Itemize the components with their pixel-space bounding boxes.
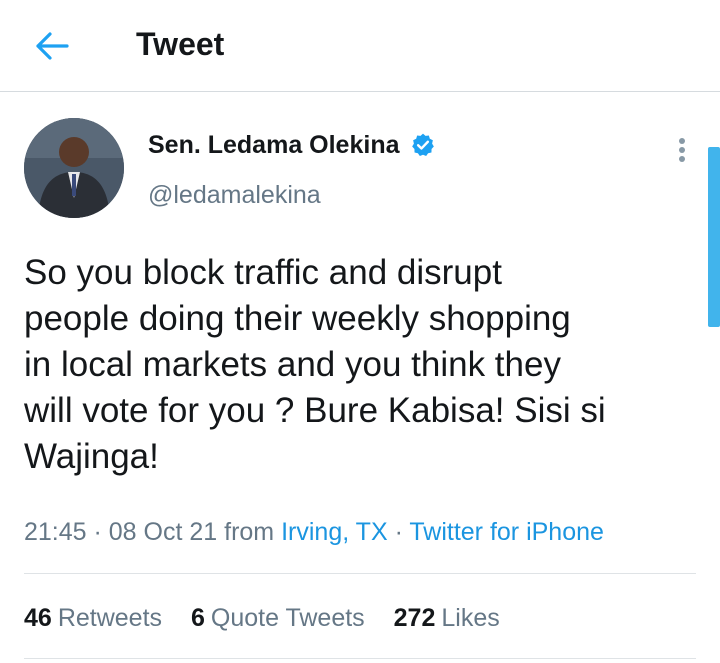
retweets-stat[interactable]: 46 Retweets	[24, 604, 162, 632]
avatar-photo	[24, 118, 124, 218]
more-options-button[interactable]	[668, 134, 696, 166]
tweet-stats: 46 Retweets 6 Quote Tweets 272 Likes	[24, 600, 522, 636]
author-name-row[interactable]: Sen. Ledama Olekina	[148, 128, 436, 162]
verified-badge-icon	[411, 133, 434, 157]
meta-separator: ·	[387, 518, 410, 546]
page-title: Tweet	[136, 26, 225, 62]
tweet-date: 08 Oct 21	[108, 518, 218, 546]
divider	[24, 658, 696, 659]
retweets-count: 46	[24, 604, 52, 632]
tweet-time: 21:45	[24, 518, 87, 546]
scrollbar[interactable]	[708, 147, 720, 327]
tweet-source-link[interactable]: Twitter for iPhone	[409, 518, 604, 546]
likes-count: 272	[393, 604, 436, 632]
more-dot-icon	[679, 156, 685, 162]
more-dot-icon	[679, 138, 685, 144]
divider	[24, 573, 696, 574]
quote-tweets-stat[interactable]: 6 Quote Tweets	[191, 604, 365, 632]
author-display-name[interactable]: Sen. Ledama Olekina	[148, 128, 400, 162]
arrow-left-icon	[36, 32, 69, 60]
author-handle[interactable]: @ledamalekina	[148, 178, 321, 212]
back-button[interactable]	[28, 24, 76, 68]
tweet-text: So you block traffic and disrupt people …	[24, 253, 606, 476]
quote-tweets-count: 6	[190, 604, 205, 632]
likes-label: Likes	[441, 604, 500, 632]
meta-separator: ·	[86, 518, 109, 546]
tweet-meta: 21:45 · 08 Oct 21 from Irving, TX · Twit…	[24, 514, 604, 550]
retweets-label: Retweets	[57, 604, 163, 632]
avatar[interactable]	[24, 118, 124, 218]
top-bar: Tweet	[0, 0, 720, 92]
quote-tweets-label: Quote Tweets	[210, 604, 365, 632]
meta-from: from	[217, 518, 282, 546]
more-dot-icon	[679, 147, 685, 153]
tweet-location-link[interactable]: Irving, TX	[281, 518, 388, 546]
likes-stat[interactable]: 272 Likes	[394, 604, 500, 632]
